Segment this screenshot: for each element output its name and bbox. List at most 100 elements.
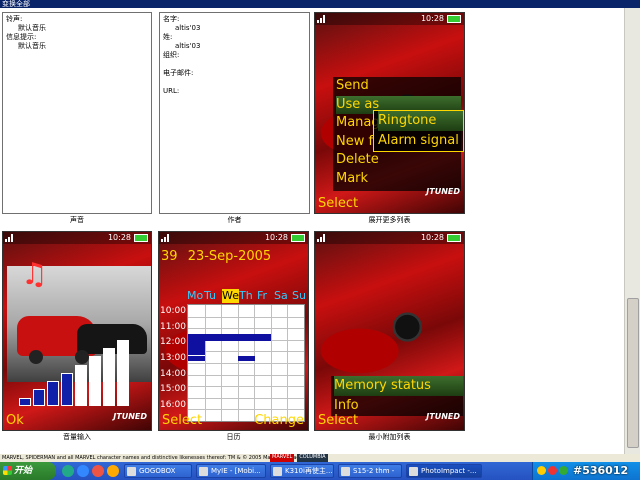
time-label: 12:00 — [160, 337, 186, 347]
music-note-icon: ♫ — [21, 257, 48, 292]
status-bar: 10:28 — [3, 232, 151, 244]
phone-screen-menu: 10:28 Send Use as Manage New f Delete Ma… — [314, 12, 465, 214]
system-tray: #536012 — [532, 462, 640, 480]
menu-caption: 展开更多列表 — [368, 216, 411, 224]
volume-bar — [89, 356, 101, 406]
start-button[interactable]: 开始 — [0, 462, 56, 480]
weekday-fr[interactable]: Fr — [257, 289, 267, 303]
submenu-item-alarm-signal[interactable]: Alarm signal — [378, 131, 463, 151]
grid-column-line — [238, 305, 239, 421]
grid-column-line — [221, 305, 222, 421]
app-icon — [127, 467, 136, 476]
time-label: 13:00 — [160, 353, 186, 363]
submenu-item-ringtone[interactable]: Ringtone — [378, 111, 463, 131]
scroll-thumb[interactable] — [627, 298, 639, 448]
signal-icon — [317, 15, 327, 23]
grid-column-line — [205, 305, 206, 421]
week-grid[interactable] — [187, 304, 305, 422]
menu-item-delete[interactable]: Delete — [336, 151, 461, 170]
app-icon — [199, 467, 208, 476]
task-label: GOGOBOX — [139, 467, 176, 475]
quicklaunch-folder-icon[interactable] — [107, 465, 119, 477]
phone-screen-volume: 10:28 ♫ JTUNED Ok — [2, 231, 152, 431]
task-label: K310i再使主... — [285, 467, 333, 475]
clock: 10:28 — [420, 14, 444, 23]
phone-screen-memory: 10:28 Memory status Info JTUNED Select — [314, 231, 465, 431]
volume-caption: 音量输入 — [63, 433, 91, 441]
copyright-notice: MARVEL, SPIDERMAN and all MARVEL charact… — [2, 455, 322, 461]
calendar-event[interactable] — [188, 356, 205, 361]
calendar-header: 39 23-Sep-2005 — [161, 250, 271, 264]
brand-logo: JTUNED — [113, 412, 147, 421]
windows-flag-icon — [3, 466, 12, 475]
email-value[interactable] — [163, 78, 306, 87]
columbia-logo: COLUMBIA — [297, 454, 328, 462]
battery-icon — [134, 234, 148, 242]
preview-canvas: 铃声: 默认音乐 信息提示: 默认音乐 声音 名字: altis'03 姓: a… — [0, 8, 624, 454]
battery-icon — [291, 234, 305, 242]
tray-icon-2[interactable] — [548, 466, 557, 475]
week-number: 39 — [161, 249, 178, 264]
signal-icon — [5, 234, 15, 242]
quicklaunch-ie-icon[interactable] — [77, 465, 89, 477]
softkey-select[interactable]: Select — [318, 414, 358, 428]
menu-item-memory-status[interactable]: Memory status — [334, 376, 463, 396]
weekday-we[interactable]: We — [222, 289, 239, 303]
window-title: 变换全部 — [0, 0, 640, 8]
softkey-change[interactable]: Change — [254, 414, 304, 428]
memory-caption: 最小附加列表 — [368, 433, 411, 441]
softkey-select[interactable]: Select — [318, 197, 358, 211]
weekday-th[interactable]: Th — [239, 289, 253, 303]
taskbar: 开始 GOGOBOX MyIE - [Mobi... K310i再使主... S… — [0, 462, 640, 480]
weekday-su[interactable]: Su — [292, 289, 306, 303]
time-column: 10:00 11:00 12:00 13:00 14:00 15:00 16:00 — [160, 304, 188, 422]
softkey-ok[interactable]: Ok — [6, 414, 24, 428]
sound-settings-panel: 铃声: 默认音乐 信息提示: 默认音乐 — [2, 12, 152, 214]
author-info-panel: 名字: altis'03 姓: altis'03 组织: 电子邮件: URL: — [159, 12, 310, 214]
calendar-event[interactable] — [188, 334, 271, 341]
grid-column-line — [287, 305, 288, 421]
task-k310i[interactable]: K310i再使主... — [270, 464, 334, 478]
task-s15-thm[interactable]: S15-2 thm - — [338, 464, 402, 478]
volume-bar — [75, 365, 87, 406]
email-label: 电子邮件: — [163, 69, 194, 77]
message-alert-value[interactable]: 默认音乐 — [6, 42, 148, 51]
task-gogobox[interactable]: GOGOBOX — [124, 464, 192, 478]
calendar-caption: 日历 — [226, 433, 241, 441]
menu-item-send[interactable]: Send — [336, 77, 461, 96]
task-myie[interactable]: MyIE - [Mobi... — [196, 464, 266, 478]
last-name-value[interactable]: altis'03 — [163, 42, 306, 51]
first-name-value[interactable]: altis'03 — [163, 24, 306, 33]
quicklaunch-media-icon[interactable] — [92, 465, 104, 477]
weekday-tu[interactable]: Tu — [204, 289, 216, 303]
battery-icon — [447, 234, 461, 242]
organization-label: 组织: — [163, 51, 180, 59]
volume-meter[interactable] — [19, 340, 131, 406]
tray-icon-3[interactable] — [559, 466, 568, 475]
time-label: 15:00 — [160, 384, 186, 394]
brand-logo: JTUNED — [426, 412, 460, 421]
quicklaunch-desktop-icon[interactable] — [62, 465, 74, 477]
first-name-label: 名字: — [163, 15, 180, 23]
tray-icon-1[interactable] — [537, 466, 546, 475]
start-label: 开始 — [14, 466, 33, 476]
use-as-submenu: Ringtone Alarm signal — [373, 110, 464, 152]
status-bar: 10:28 — [159, 232, 308, 244]
menu-item-mark[interactable]: Mark — [336, 170, 461, 189]
clock: 10:28 — [107, 233, 131, 242]
task-label: MyIE - [Mobi... — [211, 467, 261, 475]
calendar-event[interactable] — [238, 356, 255, 361]
weekday-sa[interactable]: Sa — [274, 289, 288, 303]
time-label: 11:00 — [160, 322, 186, 332]
softkey-select[interactable]: Select — [162, 414, 202, 428]
sound-caption: 声音 — [70, 216, 84, 224]
app-icon — [409, 467, 418, 476]
vertical-scrollbar[interactable] — [624, 8, 640, 454]
organization-value[interactable] — [163, 60, 306, 69]
ringtone-value[interactable]: 默认音乐 — [6, 24, 148, 33]
task-photoimpact[interactable]: PhotoImpact -... — [406, 464, 482, 478]
weekday-mo[interactable]: Mo — [187, 289, 203, 303]
time-label: 10:00 — [160, 306, 186, 316]
marvel-logo: MARVEL — [270, 454, 295, 462]
calendar-event[interactable] — [188, 341, 205, 355]
